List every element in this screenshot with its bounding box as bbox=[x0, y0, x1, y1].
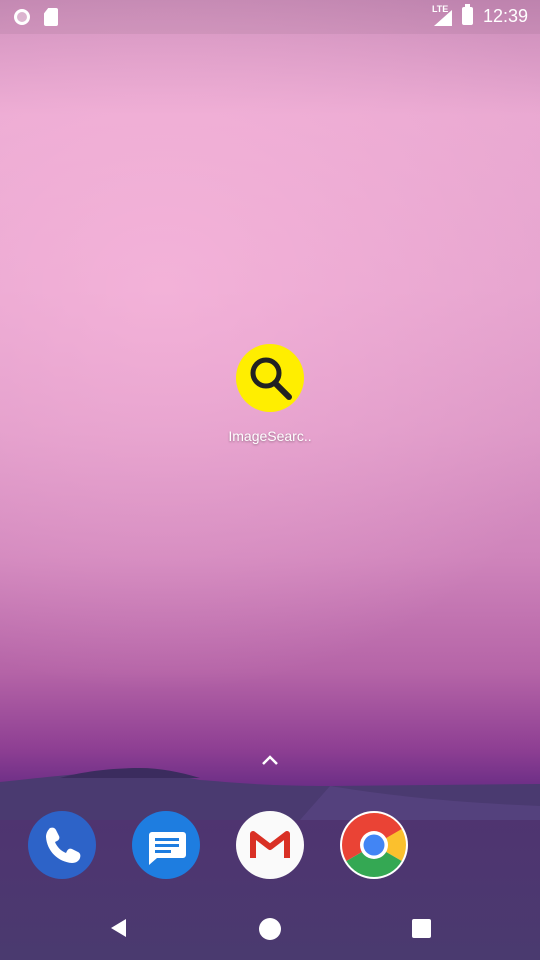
back-icon[interactable] bbox=[108, 917, 130, 939]
notification-circle-icon bbox=[14, 9, 30, 25]
sd-card-icon bbox=[44, 8, 58, 26]
lte-signal-icon: LTE bbox=[431, 4, 452, 26]
battery-icon bbox=[461, 4, 473, 25]
home-icon[interactable] bbox=[259, 918, 281, 940]
chrome-icon bbox=[340, 811, 408, 879]
imagesearch-app-icon[interactable] bbox=[235, 343, 305, 413]
status-bar: LTE 12:39 bbox=[0, 0, 540, 34]
gmail-icon bbox=[236, 811, 304, 879]
dock-chrome[interactable] bbox=[339, 810, 409, 880]
dock-gmail[interactable] bbox=[235, 810, 305, 880]
nav-bar bbox=[0, 895, 540, 960]
dock-messages[interactable] bbox=[131, 810, 201, 880]
network-label: LTE bbox=[431, 4, 449, 14]
status-time: 12:39 bbox=[482, 6, 528, 26]
recents-icon[interactable] bbox=[412, 919, 431, 938]
phone-icon bbox=[28, 811, 96, 879]
dock bbox=[0, 805, 540, 885]
messages-icon bbox=[132, 811, 200, 879]
app-label-imagesearch[interactable]: ImageSearc.. bbox=[200, 428, 340, 444]
dock-phone[interactable] bbox=[27, 810, 97, 880]
magnifier-icon bbox=[236, 344, 304, 412]
